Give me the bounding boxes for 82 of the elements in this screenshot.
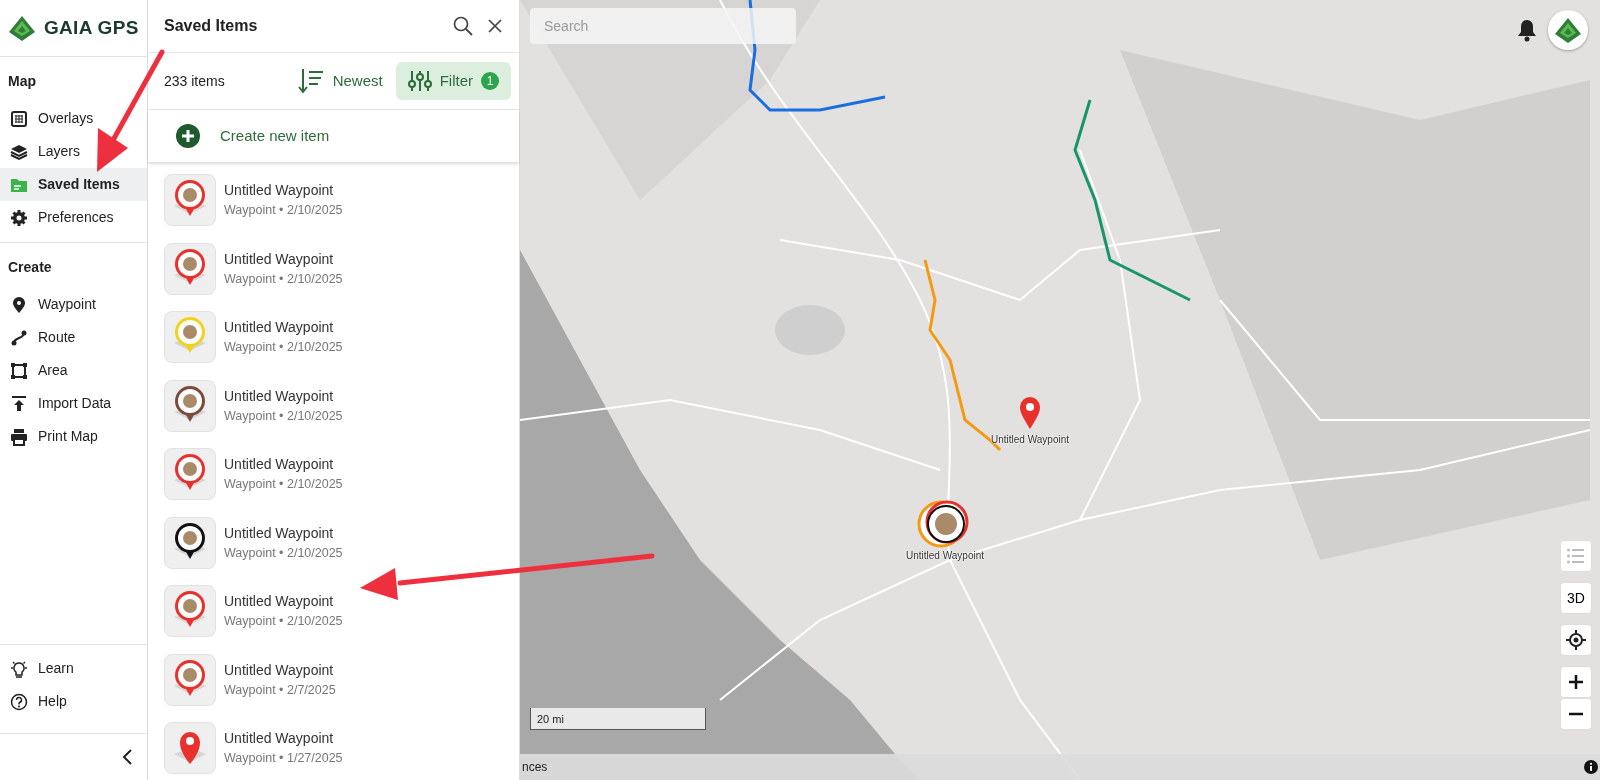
sidebar-item[interactable]: Saved Items [0,168,147,201]
map-search-field[interactable]: Search [530,8,796,44]
sidebar-item[interactable]: Waypoint [0,288,147,321]
saved-item[interactable]: Untitled Waypoint Waypoint • 2/10/2025 [164,166,503,235]
close-icon [487,18,503,34]
filter-count-badge: 1 [481,72,499,90]
saved-item[interactable]: Untitled Waypoint Waypoint • 2/10/2025 [164,303,503,372]
bell-icon[interactable] [1516,18,1538,42]
item-count: 233 items [164,71,226,91]
printer-icon [10,427,28,446]
upload-icon [10,394,28,413]
sort-button[interactable]: Newest [290,66,389,96]
sort-icon [296,67,325,95]
lightbulb-icon [10,659,28,678]
chevron-left-icon [121,748,133,766]
item-meta: Waypoint • 2/10/2025 [224,476,343,494]
item-title: Untitled Waypoint [224,318,335,338]
sidebar-item[interactable]: Print Map [0,420,147,453]
filter-button[interactable]: Filter 1 [395,62,511,100]
brand-name: GAIA GPS [44,15,139,40]
help-icon [10,692,28,711]
item-title: Untitled Waypoint [224,386,335,406]
create-item-button[interactable]: Create new item [148,110,519,162]
item-meta: Waypoint • 2/10/2025 [224,270,343,288]
item-title: Untitled Waypoint [224,455,335,475]
item-meta: Waypoint • 1/27/2025 [224,750,343,768]
collapse-button[interactable] [121,748,133,766]
marker-label: Untitled Waypoint [906,549,984,563]
sidebar-item[interactable]: Help [0,685,147,718]
item-title: Untitled Waypoint [224,729,335,749]
saved-item[interactable]: Untitled Waypoint Waypoint • 2/10/2025 [164,508,503,577]
sidebar-item[interactable]: Area [0,354,147,387]
item-meta: Waypoint • 2/10/2025 [224,202,343,220]
marker-label: Untitled Waypoint [991,433,1069,447]
panel-title: Saved Items [164,16,259,36]
item-meta: Waypoint • 2/10/2025 [224,339,343,357]
attribution-text: nces [522,759,548,776]
item-meta: Waypoint • 2/7/2025 [224,681,336,699]
item-title: Untitled Waypoint [224,523,335,543]
saved-item[interactable]: Untitled Waypoint Waypoint • 2/7/2025 [164,645,503,714]
map-pin-icon[interactable] [1018,396,1042,430]
item-meta: Waypoint • 2/10/2025 [224,613,343,631]
3d-toggle-button[interactable]: 3D [1560,582,1592,614]
locate-button[interactable] [1560,624,1592,656]
gaia-logo-icon [8,14,36,42]
saved-item[interactable]: Untitled Waypoint Waypoint • 2/10/2025 [164,234,503,303]
polygon-icon [10,361,28,380]
plus-icon [1569,675,1583,689]
sidebar-item[interactable]: Import Data [0,387,147,420]
sidebar-item[interactable]: Preferences [0,201,147,234]
search-icon [453,16,473,36]
settings-icon [10,208,28,227]
scale-bar: 20 mi [530,708,706,730]
sidebar-item[interactable]: Learn [0,652,147,685]
section-title: Create [7,258,53,277]
saved-item[interactable]: Untitled Waypoint Waypoint • 2/10/2025 [164,371,503,440]
item-title: Untitled Waypoint [224,249,335,269]
item-meta: Waypoint • 2/10/2025 [224,544,343,562]
pin-icon [10,295,28,314]
item-meta: Waypoint • 2/10/2025 [224,407,343,425]
grid-icon [10,109,28,128]
locate-icon [1566,630,1586,650]
section-title: Map [7,72,37,91]
zoom-in-button[interactable] [1560,666,1592,698]
layers-icon [10,142,28,161]
gaia-logo-icon [1554,16,1582,44]
search-button[interactable] [453,16,473,36]
sidebar-item[interactable]: Layers [0,135,147,168]
route-icon [10,328,28,347]
sliders-icon [407,69,432,93]
saved-item[interactable]: Untitled Waypoint Waypoint • 1/27/2025 [164,714,503,780]
saved-item[interactable]: Untitled Waypoint Waypoint • 2/10/2025 [164,440,503,509]
info-icon[interactable] [1584,760,1598,774]
sidebar-item[interactable]: Route [0,321,147,354]
zoom-out-button[interactable] [1560,698,1592,730]
item-title: Untitled Waypoint [224,592,335,612]
list-icon [1567,548,1585,564]
item-title: Untitled Waypoint [224,181,335,201]
plus-circle-icon [176,124,200,148]
close-button[interactable] [487,18,503,34]
sidebar-item[interactable]: Overlays [0,102,147,135]
item-title: Untitled Waypoint [224,660,335,680]
